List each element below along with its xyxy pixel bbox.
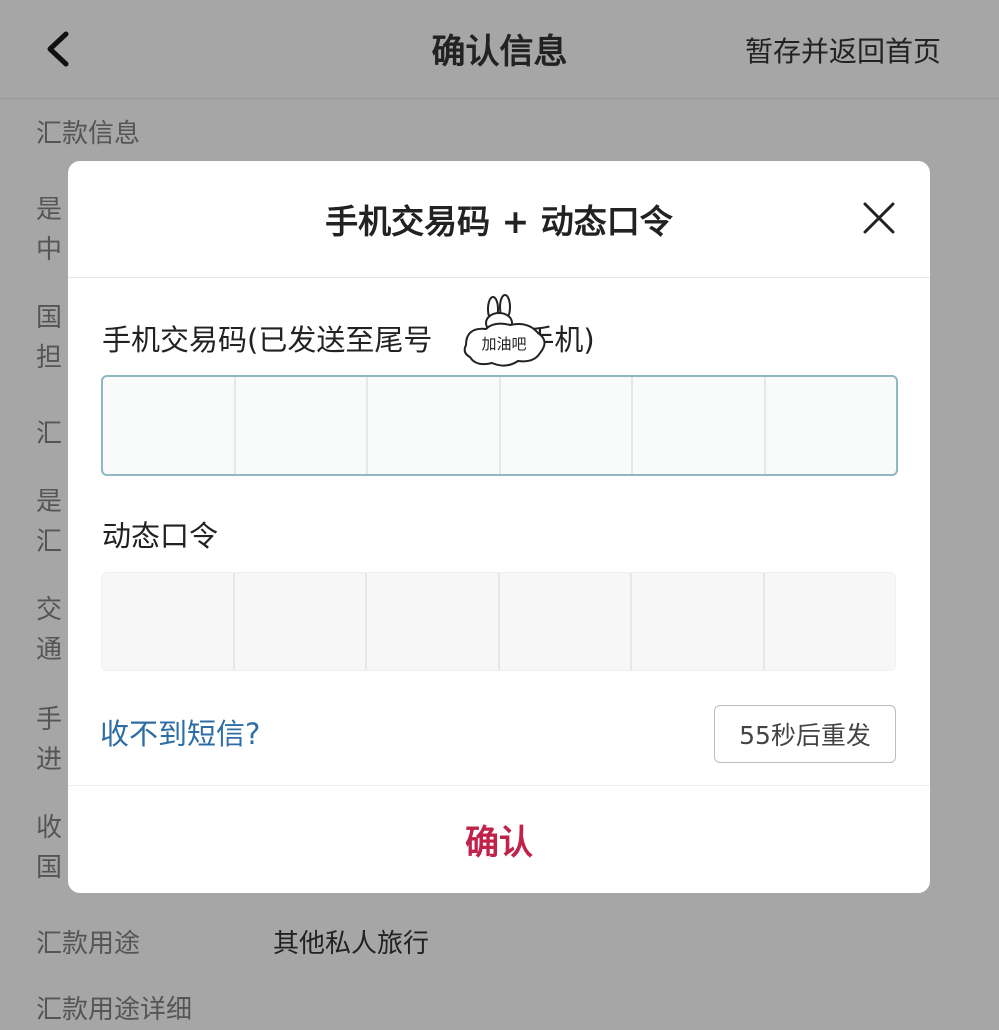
dialog-divider (68, 277, 930, 278)
code-cell[interactable] (632, 573, 765, 670)
bg-row-label: 通 (36, 635, 63, 665)
verification-dialog: 手机交易码 + 动态口令 手机交易码(已发送至尾号 的手机) 加油吧 动态口令 收… (68, 161, 930, 893)
bg-row-label: 国 (36, 853, 63, 883)
code-cell[interactable] (235, 573, 367, 670)
bg-row-label: 进 (36, 745, 63, 775)
bg-row-label: 汇 (36, 527, 63, 557)
purpose-row: 汇款用途 其他私人旅行 (36, 924, 429, 964)
dialog-title: 手机交易码 + 动态口令 (325, 202, 673, 241)
sticker-text: 加油吧 (481, 335, 526, 353)
sms-code-label-head: 手机交易码(已发送至尾号 (102, 323, 433, 357)
header-divider (0, 98, 999, 99)
code-cell[interactable] (103, 377, 236, 474)
bg-row-label: 交 (36, 595, 63, 625)
bg-row-label: 是 (36, 487, 63, 517)
sms-code-input[interactable] (101, 375, 898, 476)
code-cell[interactable] (236, 377, 368, 474)
purpose-label: 汇款用途 (36, 929, 141, 959)
save-and-return-home-button[interactable]: 暂存并返回首页 (745, 30, 941, 70)
dynamic-password-input[interactable] (101, 572, 896, 671)
close-icon[interactable] (862, 201, 896, 235)
code-cell[interactable] (633, 377, 766, 474)
code-cell[interactable] (765, 573, 896, 670)
code-cell[interactable] (501, 377, 633, 474)
bg-row-label: 中 (36, 235, 63, 265)
confirm-button[interactable]: 确认 (68, 786, 930, 893)
bunny-sticker-icon: 加油吧 (463, 294, 546, 367)
code-cell[interactable] (102, 573, 235, 670)
code-cell[interactable] (766, 377, 897, 474)
bg-row-label: 是 (36, 195, 63, 225)
top-bar: 确认信息 暂存并返回首页 (0, 0, 999, 98)
purpose-detail-label: 汇款用途详细 (36, 995, 193, 1025)
bg-row-label: 手 (36, 705, 63, 735)
bg-row-label: 国 (36, 303, 63, 333)
bg-row-label: 收 (36, 813, 63, 843)
code-cell[interactable] (368, 377, 501, 474)
code-cell[interactable] (367, 573, 500, 670)
bg-row-label: 汇 (36, 419, 63, 449)
section-title: 汇款信息 (36, 119, 141, 149)
purpose-value: 其他私人旅行 (273, 929, 430, 959)
dynamic-password-label: 动态口令 (102, 519, 219, 553)
bg-row-label: 担 (36, 343, 63, 373)
code-cell[interactable] (500, 573, 632, 670)
no-sms-link[interactable]: 收不到短信? (100, 711, 260, 753)
resend-button[interactable]: 55秒后重发 (714, 705, 896, 763)
